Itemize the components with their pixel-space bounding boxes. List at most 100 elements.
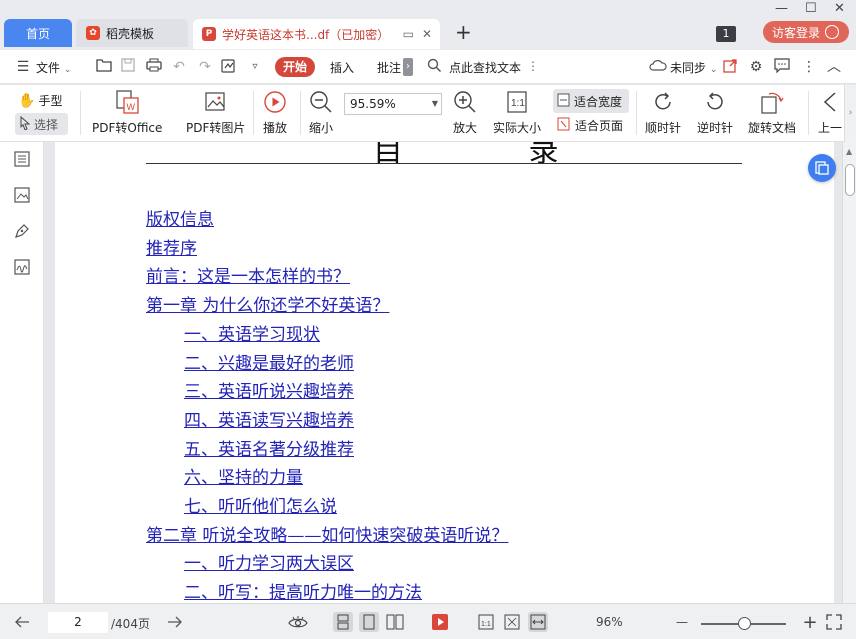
pdf-to-image-button[interactable]: PDF转图片 — [186, 89, 245, 136]
tab-document[interactable]: P 学好英语这本书...df（已加密） ▭ ✕ — [193, 19, 440, 49]
previous-page-button[interactable]: 上一 — [818, 89, 842, 136]
fit-width-button[interactable]: 适合宽度 — [553, 89, 629, 113]
minimize-icon[interactable]: — — [775, 1, 788, 16]
rotate-counterclockwise-icon — [703, 89, 727, 115]
zoom-slider-knob[interactable] — [737, 617, 751, 630]
svg-text:W: W — [127, 102, 136, 112]
toc-entry[interactable]: 二、兴趣是最好的老师 — [184, 349, 354, 374]
select-tool-button[interactable]: 选择 — [15, 113, 68, 135]
zoom-in-plus-icon[interactable]: + — [800, 612, 820, 633]
more-options-icon[interactable]: ⋮ — [800, 58, 818, 76]
sync-status[interactable]: 未同步 ⌄ — [670, 59, 717, 76]
annotation-pen-icon[interactable] — [13, 222, 31, 240]
redo-icon[interactable]: ↷ — [196, 58, 214, 76]
single-page-icon[interactable] — [359, 612, 379, 632]
toc-entry[interactable]: 推荐序 — [146, 234, 197, 259]
toc-entry[interactable]: 七、听听他们怎么说 — [184, 492, 337, 517]
rotate-document-button[interactable]: 旋转文档 — [748, 89, 796, 136]
outline-list-icon[interactable] — [13, 150, 31, 168]
tab-home[interactable]: 首页 — [4, 19, 72, 47]
floating-convert-button[interactable] — [808, 154, 836, 182]
document-count-badge[interactable]: 1 — [716, 26, 736, 42]
avatar-icon — [825, 25, 840, 39]
vertical-scrollbar[interactable]: ▲ — [842, 142, 856, 603]
tab-template-label: 稻壳模板 — [106, 26, 155, 41]
close-tab-icon[interactable]: ✕ — [422, 27, 432, 41]
zoom-out-button[interactable]: 缩小 — [309, 89, 333, 136]
toc-entry[interactable]: 第一章 为什么你还学不好英语？ — [146, 291, 389, 316]
play-button[interactable]: 播放 — [263, 89, 287, 136]
toc-entry[interactable]: 四、英语读写兴趣培养 — [184, 406, 354, 431]
toc-entry[interactable]: 版权信息 — [146, 205, 214, 230]
eye-protection-icon[interactable] — [288, 612, 308, 632]
new-tab-button[interactable]: + — [455, 22, 472, 42]
fit-page-button[interactable]: 适合页面 — [557, 117, 623, 134]
cloud-sync-icon[interactable] — [649, 58, 667, 76]
zoom-slider[interactable] — [701, 617, 786, 630]
collapse-ribbon-icon[interactable]: ︿ — [825, 58, 843, 76]
visitor-login-button[interactable]: 访客登录 — [763, 21, 849, 43]
actual-size-status-icon[interactable]: 1:1 — [476, 612, 496, 632]
fullscreen-icon[interactable] — [824, 612, 844, 632]
cursor-icon — [19, 115, 31, 133]
save-icon[interactable] — [119, 58, 137, 76]
undo-icon[interactable]: ↶ — [170, 58, 188, 76]
two-page-icon[interactable] — [385, 612, 405, 632]
chevron-left-icon — [820, 89, 840, 115]
toc-entry[interactable]: 六、坚持的力量 — [184, 463, 303, 488]
next-page-arrow-icon[interactable] — [165, 612, 185, 632]
left-sidebar — [0, 142, 44, 603]
maximize-icon[interactable]: ☐ — [805, 1, 817, 16]
rotate-counterclockwise-button[interactable]: 逆时针 — [697, 89, 733, 136]
hamburger-menu-icon[interactable]: ☰ — [14, 58, 32, 76]
print-icon[interactable] — [145, 58, 163, 76]
toc-entry[interactable]: 五、英语名著分级推荐 — [184, 435, 354, 460]
more-dropdown-icon[interactable]: ▿ — [246, 58, 264, 76]
fit-width-status-icon[interactable] — [528, 612, 548, 632]
continuous-page-icon[interactable] — [333, 612, 353, 632]
search-icon[interactable] — [425, 58, 443, 76]
hand-tool-label: 手型 — [38, 94, 63, 108]
open-folder-icon[interactable] — [95, 58, 113, 76]
zoom-out-minus-icon[interactable]: — — [672, 612, 692, 632]
toc-entry[interactable]: 前言：这是一本怎样的书？ — [146, 262, 350, 287]
scroll-up-icon[interactable]: ▲ — [846, 147, 852, 156]
menu-insert[interactable]: 插入 — [330, 59, 354, 76]
menu-file[interactable]: 文件 ⌄ — [36, 59, 71, 76]
settings-icon[interactable]: ⚙ — [747, 58, 765, 76]
current-page-input[interactable]: 2 — [48, 612, 108, 633]
menu-more-chevron-icon[interactable]: › — [403, 58, 413, 76]
pdf-to-office-icon: W — [114, 89, 140, 115]
menu-start[interactable]: 开始 — [275, 57, 315, 77]
previous-page-arrow-icon[interactable] — [12, 612, 32, 632]
ribbon-scroll-right-icon[interactable]: › — [844, 85, 856, 142]
menu-annotate[interactable]: 批注 — [377, 59, 401, 76]
toc-entry[interactable]: 一、英语学习现状 — [184, 320, 320, 345]
tab-daoke-template[interactable]: ✿ 稻壳模板 — [76, 19, 188, 47]
hand-tool-button[interactable]: ✋ 手型 — [18, 92, 62, 109]
actual-size-button[interactable]: 1:1 实际大小 — [493, 89, 541, 136]
zoom-level-select[interactable]: 95.59% ▼ — [344, 93, 442, 115]
export-icon[interactable] — [220, 58, 238, 76]
scrollbar-thumb[interactable] — [845, 164, 855, 196]
fit-page-status-icon[interactable] — [502, 612, 522, 632]
close-window-icon[interactable]: ✕ — [834, 1, 845, 16]
document-viewport[interactable]: 目 录 版权信息推荐序前言：这是一本怎样的书？ 第一章 为什么你还学不好英语？ 一、… — [45, 142, 842, 603]
zoom-percentage[interactable]: 96% — [596, 615, 623, 629]
pdf-to-office-button[interactable]: W PDF转Office — [92, 89, 162, 136]
toc-title: 目 录 — [373, 142, 617, 169]
search-text-input[interactable]: 点此查找文本 — [449, 59, 521, 76]
share-icon[interactable] — [721, 58, 739, 76]
comment-icon[interactable] — [773, 58, 791, 76]
toc-entry[interactable]: 三、英语听说兴趣培养 — [184, 377, 354, 402]
toc-entry[interactable]: 第二章 听说全攻略——如何快速突破英语听说？ — [146, 521, 508, 546]
search-more-icon[interactable]: ⋮ — [527, 59, 539, 73]
signature-icon[interactable] — [13, 258, 31, 276]
toc-entry[interactable]: 二、听写：提高听力唯一的方法 — [184, 578, 422, 603]
toc-entry[interactable]: 一、听力学习两大误区 — [184, 549, 354, 574]
play-slideshow-icon[interactable] — [430, 612, 450, 632]
thumbnail-icon[interactable] — [13, 186, 31, 204]
zoom-in-button[interactable]: 放大 — [453, 89, 477, 136]
rotate-clockwise-button[interactable]: 顺时针 — [645, 89, 681, 136]
float-window-icon[interactable]: ▭ — [403, 27, 414, 41]
